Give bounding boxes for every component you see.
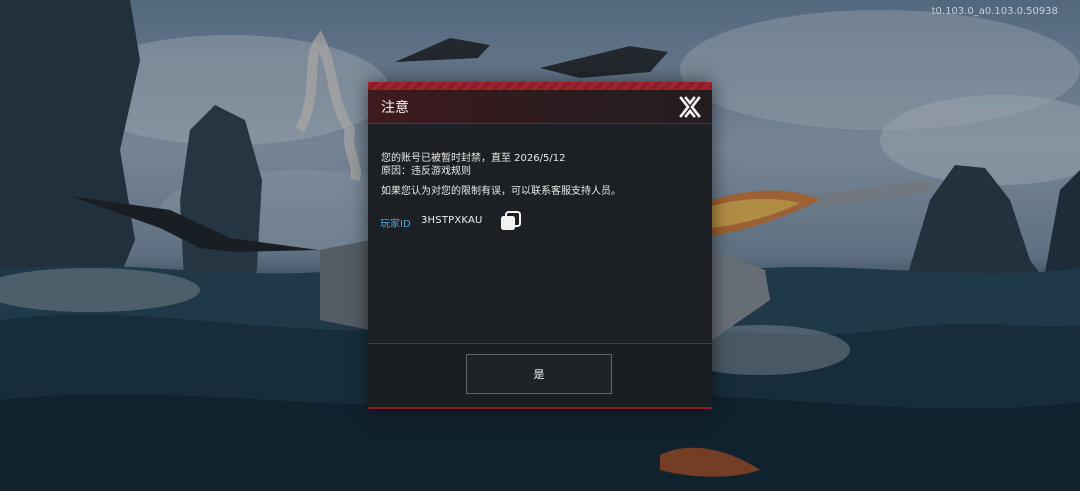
close-icon xyxy=(679,96,701,118)
dialog-body: 您的账号已被暂时封禁，直至 2026/5/12 原因：违反游戏规则 如果您认为对… xyxy=(368,124,712,343)
ban-notice-dialog: 注意 您的账号已被暂时封禁，直至 2026/5/12 原因：违反游戏规则 如果您… xyxy=(368,82,712,409)
confirm-button[interactable]: 是 xyxy=(466,354,612,394)
copy-player-id-button[interactable] xyxy=(500,210,522,232)
dialog-title: 注意 xyxy=(381,100,409,116)
support-contact-text: 如果您认为对您的限制有误，可以联系客服支持人员。 xyxy=(381,186,621,197)
dialog-bottom-accent xyxy=(368,407,712,409)
ban-reason-text: 原因：违反游戏规则 xyxy=(381,166,471,177)
dialog-header: 注意 xyxy=(368,90,712,124)
dialog-footer: 是 xyxy=(368,344,712,409)
player-id-label: 玩家ID xyxy=(380,219,411,230)
dialog-accent-stripe xyxy=(368,82,712,90)
copy-icon xyxy=(501,211,521,230)
player-id-value: 3HSTPXKAU xyxy=(421,215,483,226)
version-label: t0.103.0_a0.103.0.50938 xyxy=(931,6,1058,17)
ban-duration-text: 您的账号已被暂时封禁，直至 2026/5/12 xyxy=(381,153,566,164)
close-button[interactable] xyxy=(678,95,702,119)
game-screen: t0.103.0_a0.103.0.50938 注意 您的账号已被暂时封禁，直至… xyxy=(0,0,1080,491)
